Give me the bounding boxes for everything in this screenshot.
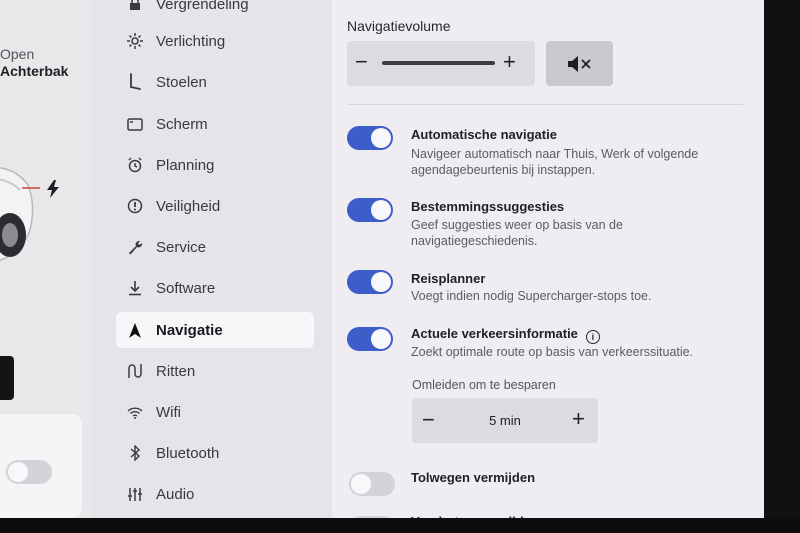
trunk-label[interactable]: Achterbak xyxy=(0,63,68,79)
menu-label: Software xyxy=(156,279,216,297)
menu-item-navigatie[interactable]: Navigatie xyxy=(116,312,314,348)
menu-item-vergrendeling[interactable]: Vergrendeling xyxy=(116,0,314,22)
lock-icon xyxy=(124,0,146,14)
charging-bolt-icon xyxy=(47,180,59,198)
live-traffic-toggle[interactable] xyxy=(347,327,393,351)
alarm-clock-icon xyxy=(124,155,146,175)
menu-item-scherm[interactable]: Scherm xyxy=(116,106,314,142)
destination-suggestions-toggle[interactable] xyxy=(347,198,393,222)
screen-bezel-bottom xyxy=(0,518,800,533)
display-icon xyxy=(124,114,146,134)
menu-label: Navigatie xyxy=(156,321,223,339)
settings-menu: Vergrendeling Verlichting Stoelen Scherm… xyxy=(92,0,332,522)
avoid-tolls-toggle[interactable] xyxy=(349,472,395,496)
info-icon[interactable]: i xyxy=(585,330,600,344)
volume-up-button[interactable]: + xyxy=(503,50,516,74)
detour-label: Omleiden om te besparen xyxy=(412,378,556,392)
side-tab[interactable] xyxy=(0,356,14,400)
menu-item-veiligheid[interactable]: Veiligheid xyxy=(116,188,314,224)
destination-suggestions-title: Bestemmingssuggesties xyxy=(411,199,565,214)
menu-label: Verlichting xyxy=(156,32,226,50)
screen-bezel-right xyxy=(764,0,800,533)
live-traffic-title-row: Actuele verkeersinformatie i xyxy=(411,326,600,344)
car-toggle[interactable] xyxy=(6,460,52,484)
auto-navigation-toggle[interactable] xyxy=(347,126,393,150)
seat-icon xyxy=(124,72,146,92)
detour-increase-button[interactable]: + xyxy=(572,407,585,431)
trunk-open-label[interactable]: Open xyxy=(0,46,34,62)
audio-sliders-icon xyxy=(124,484,146,504)
live-traffic-title: Actuele verkeersinformatie xyxy=(411,326,578,341)
trips-icon xyxy=(124,361,146,381)
download-icon xyxy=(124,278,146,298)
navigation-settings: Navigatievolume − + Automatische navigat… xyxy=(332,0,764,522)
detour-value: 5 min xyxy=(489,413,521,428)
vehicle-screen: Open Achterbak Vergrendeling Verlichting… xyxy=(0,0,768,522)
speaker-mute-icon xyxy=(567,55,591,72)
destination-suggestions-desc: Geef suggesties weer op basis van de nav… xyxy=(411,218,623,248)
divider xyxy=(347,104,743,105)
detour-stepper: − 5 min + xyxy=(412,398,598,443)
wrench-icon xyxy=(124,237,146,257)
menu-item-software[interactable]: Software xyxy=(116,270,314,306)
car-panel: Open Achterbak xyxy=(0,0,92,522)
trip-planner-desc: Voegt indien nodig Supercharger-stops to… xyxy=(411,289,652,303)
menu-label: Stoelen xyxy=(156,73,207,91)
auto-navigation-title: Automatische navigatie xyxy=(411,127,557,142)
menu-label: Service xyxy=(156,238,207,256)
navigation-arrow-icon xyxy=(124,320,146,340)
menu-item-stoelen[interactable]: Stoelen xyxy=(116,64,314,100)
car-image xyxy=(0,167,40,261)
menu-item-audio[interactable]: Audio xyxy=(116,476,314,512)
auto-navigation-desc: Navigeer automatisch naar Thuis, Werk of… xyxy=(411,147,699,177)
volume-down-button[interactable]: − xyxy=(355,50,368,74)
menu-item-verlichting[interactable]: Verlichting xyxy=(116,23,314,59)
menu-item-service[interactable]: Service xyxy=(116,229,314,265)
menu-label: Scherm xyxy=(156,115,208,133)
menu-label: Wifi xyxy=(156,403,181,421)
safety-icon xyxy=(124,196,146,216)
menu-label: Vergrendeling xyxy=(156,0,249,13)
trip-planner-toggle[interactable] xyxy=(347,270,393,294)
volume-track[interactable] xyxy=(382,61,495,65)
menu-item-ritten[interactable]: Ritten xyxy=(116,353,314,389)
menu-label: Audio xyxy=(156,485,195,503)
avoid-tolls-title: Tolwegen vermijden xyxy=(411,470,536,485)
menu-label: Bluetooth xyxy=(156,444,220,462)
menu-item-bluetooth[interactable]: Bluetooth xyxy=(116,435,314,471)
live-traffic-desc: Zoekt optimale route op basis van verkee… xyxy=(411,345,694,359)
menu-item-planning[interactable]: Planning xyxy=(116,147,314,183)
menu-label: Planning xyxy=(156,156,215,174)
menu-label: Veiligheid xyxy=(156,197,221,215)
mute-button[interactable] xyxy=(546,41,613,86)
bluetooth-icon xyxy=(124,443,146,463)
volume-slider[interactable]: − + xyxy=(347,41,535,86)
wifi-icon xyxy=(124,402,146,422)
menu-item-wifi[interactable]: Wifi xyxy=(116,394,314,430)
menu-label: Ritten xyxy=(156,362,196,380)
trip-planner-title: Reisplanner xyxy=(411,271,486,286)
volume-title: Navigatievolume xyxy=(347,18,451,34)
light-icon xyxy=(124,31,146,51)
